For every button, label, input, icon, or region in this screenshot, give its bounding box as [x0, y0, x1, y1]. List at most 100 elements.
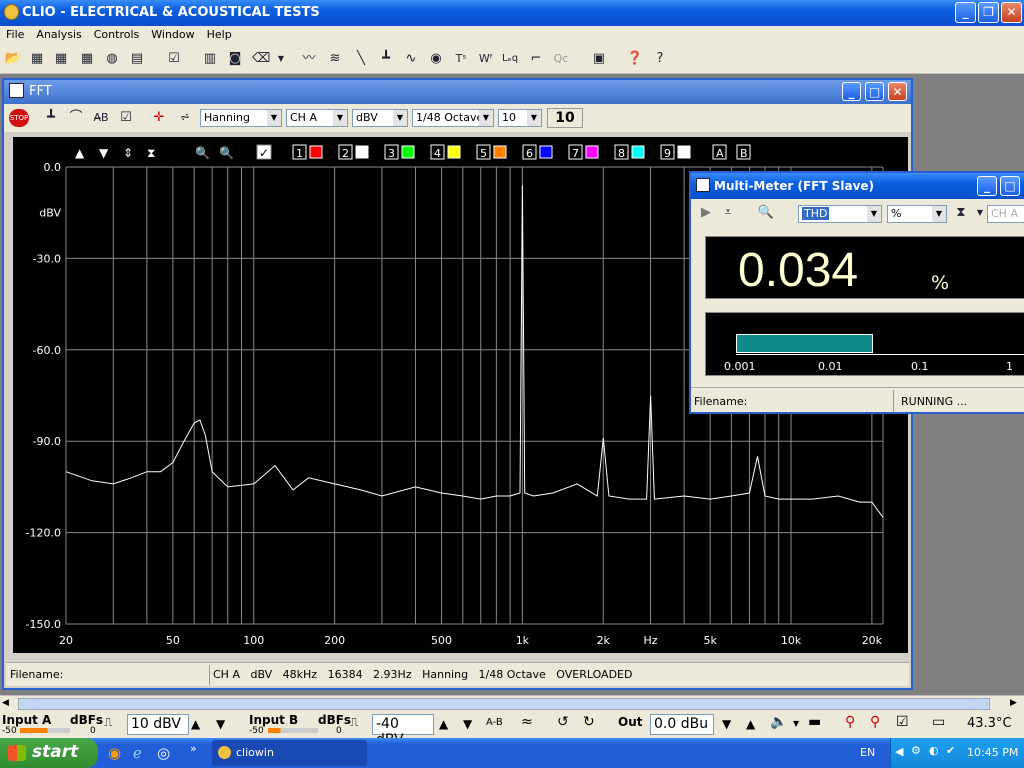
tray-back-icon[interactable]: ◀: [895, 745, 903, 758]
ab-link-icon[interactable]: A-B: [486, 717, 503, 728]
export-icon[interactable]: ▦: [78, 50, 96, 68]
leq-icon[interactable]: Lₑq: [501, 50, 519, 68]
stop-icon[interactable]: STOP: [9, 109, 29, 127]
ie-icon[interactable]: ℯ: [133, 744, 142, 762]
menu-analysis[interactable]: Analysis: [30, 26, 87, 41]
mm-channel-select[interactable]: CH A: [987, 205, 1024, 223]
sinusoidal-icon[interactable]: ≋: [326, 50, 344, 68]
window-select[interactable]: Hanning ▼: [200, 109, 282, 127]
minimize-button[interactable]: _: [955, 2, 976, 23]
mm-unit-select[interactable]: % ▼: [887, 205, 947, 223]
curve-icon[interactable]: ⌒: [67, 109, 85, 127]
cursor-icon[interactable]: ✛: [150, 109, 168, 127]
context-help-icon[interactable]: ?: [651, 50, 669, 68]
settings-check-icon[interactable]: ☑: [117, 109, 135, 127]
help-icon[interactable]: ❓: [626, 50, 644, 68]
ts-icon[interactable]: Tˢ: [452, 50, 470, 68]
eye-icon[interactable]: ◉: [427, 50, 445, 68]
memory-label-4: 4: [434, 147, 441, 160]
tray-security-icon[interactable]: ✔: [946, 744, 955, 757]
tray-volume-icon[interactable]: ◐: [929, 744, 939, 757]
mls-icon[interactable]: 〰: [300, 50, 318, 68]
calibrate-icon[interactable]: ☑: [896, 714, 909, 730]
speaker-dropdown-icon[interactable]: ▼: [793, 719, 799, 728]
loop-b-icon[interactable]: ↻: [583, 714, 595, 730]
wave-icon[interactable]: ∿: [402, 50, 420, 68]
linearity-icon[interactable]: ⌐: [527, 50, 545, 68]
mute-icon[interactable]: ▬: [808, 714, 821, 730]
disk-icon[interactable]: ◍: [103, 50, 121, 68]
quicklaunch-more-icon[interactable]: »: [190, 742, 197, 755]
fft-close-button[interactable]: ✕: [888, 82, 907, 101]
generator-icon[interactable]: ≈: [521, 714, 533, 730]
smoothing-select[interactable]: 1/48 Octave ▼: [412, 109, 494, 127]
fft-maximize-button[interactable]: □: [865, 82, 884, 101]
menu-controls[interactable]: Controls: [88, 26, 146, 41]
menu-file[interactable]: File: [0, 26, 30, 41]
play-icon[interactable]: ▶: [697, 204, 715, 222]
input-b-level[interactable]: -40 dBV: [372, 714, 434, 748]
input-b-down-icon[interactable]: ▼: [463, 717, 472, 731]
media-icon[interactable]: ◎: [157, 744, 170, 762]
taskbar-item-cliowin[interactable]: cliowin: [212, 740, 367, 766]
fft-status-bar: Filename: CH A dBV 48kHz 16384 2.93Hz Ha…: [6, 662, 909, 686]
out-up-icon[interactable]: ▲: [746, 717, 755, 731]
input-a-pulse-icon[interactable]: ⎍: [104, 715, 112, 730]
input-b-pulse-icon[interactable]: ⎍: [350, 715, 358, 730]
open-icon[interactable]: 📂: [4, 50, 22, 68]
notes-icon[interactable]: ☑: [165, 50, 183, 68]
zoom-icon[interactable]: 🔍: [757, 204, 775, 222]
mic-a-icon[interactable]: ⚲: [845, 714, 855, 730]
mm-unit-select-value: %: [891, 207, 902, 220]
camera-icon[interactable]: ◙: [226, 50, 244, 68]
waterfall-icon[interactable]: Wᶠ: [477, 50, 495, 68]
ab-icon[interactable]: A̶B: [92, 109, 110, 127]
main-horizontal-scrollbar[interactable]: ◀ ▶: [0, 695, 1024, 712]
hold-icon[interactable]: ⩡: [719, 204, 737, 222]
x-tick-label: 100: [243, 634, 264, 647]
scroll-left-icon[interactable]: ◀: [2, 698, 9, 708]
loop-a-icon[interactable]: ↺: [557, 714, 569, 730]
monitor-icon[interactable]: ▣: [590, 50, 608, 68]
battery-icon[interactable]: ▭: [932, 714, 945, 730]
dropdown-arrow-icon[interactable]: ▼: [272, 50, 290, 68]
channel-select[interactable]: CH A ▼: [286, 109, 348, 127]
eraser-icon[interactable]: ⌫: [252, 50, 270, 68]
out-down-icon[interactable]: ▼: [722, 717, 731, 731]
multimeter-maximize-button[interactable]: □: [1000, 176, 1020, 196]
tray-network-icon[interactable]: ⚙: [911, 744, 921, 757]
scroll-right-icon[interactable]: ▶: [1010, 698, 1017, 708]
mic-b-icon[interactable]: ⚲: [870, 714, 880, 730]
average-select[interactable]: 10 ▼: [498, 109, 542, 127]
qc-icon[interactable]: Qc: [552, 50, 570, 68]
save-icon[interactable]: ▦: [28, 50, 46, 68]
measure-select[interactable]: THD ▼: [798, 205, 882, 223]
close-button[interactable]: ✕: [1001, 2, 1022, 23]
unit-select[interactable]: dBV ▼: [352, 109, 408, 127]
film-icon[interactable]: ▥: [201, 50, 219, 68]
speaker-icon[interactable]: 🔈: [770, 714, 787, 730]
sweep-icon[interactable]: ╲: [352, 50, 370, 68]
start-button[interactable]: start: [0, 738, 98, 768]
fft-minimize-button[interactable]: _: [842, 82, 861, 101]
restore-button[interactable]: ❐: [978, 2, 999, 23]
out-level[interactable]: 0.0 dBu: [650, 714, 714, 735]
firefox-icon[interactable]: ◉: [108, 744, 121, 762]
save-all-icon[interactable]: ▦: [52, 50, 70, 68]
language-indicator[interactable]: EN: [860, 746, 875, 759]
input-b-label: Input B: [249, 713, 299, 727]
print-icon[interactable]: ▤: [128, 50, 146, 68]
scale-icon[interactable]: ⧗: [952, 204, 970, 222]
multimeter-minimize-button[interactable]: _: [977, 176, 997, 196]
meter-display: 0.034 %: [705, 236, 1024, 299]
scroll-thumb[interactable]: [18, 698, 990, 710]
input-b-up-icon[interactable]: ▲: [439, 717, 448, 731]
fft-icon[interactable]: ┻: [377, 50, 395, 68]
spectrum-icon[interactable]: ┻: [42, 109, 60, 127]
menu-help[interactable]: Help: [201, 26, 238, 41]
input-a-down-icon[interactable]: ▼: [216, 717, 225, 731]
input-a-level[interactable]: 10 dBV: [127, 714, 189, 735]
marker-icon[interactable]: ⩫: [176, 109, 194, 127]
input-a-up-icon[interactable]: ▲: [191, 717, 200, 731]
menu-window[interactable]: Window: [145, 26, 200, 41]
